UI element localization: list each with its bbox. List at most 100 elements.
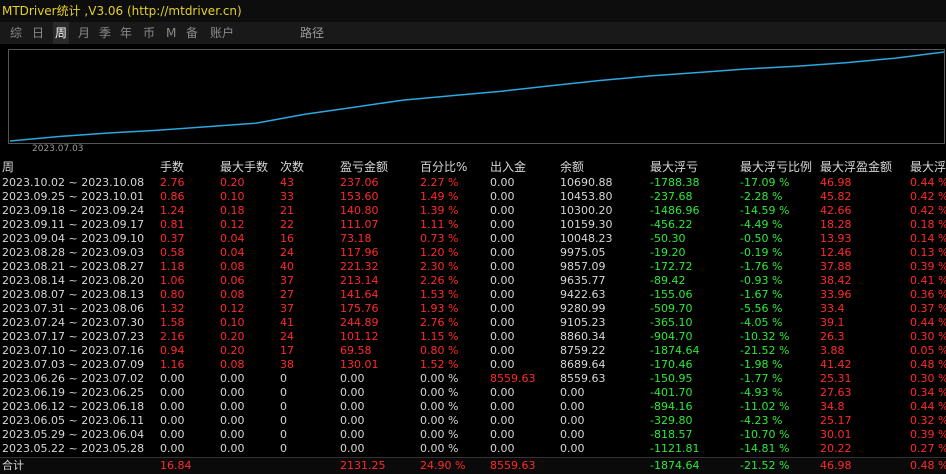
- cell-max-float-loss-pct: -10.70 %: [740, 428, 790, 441]
- cell-balance: 10159.30: [560, 218, 613, 231]
- cell-max-float-loss-pct: -21.52 %: [740, 344, 790, 357]
- cell-trades: 37: [280, 302, 294, 315]
- cell-deposit: 8559.63: [490, 372, 536, 385]
- cell-pnl: 221.32: [340, 260, 379, 273]
- cell-deposit: 0.00: [490, 204, 515, 217]
- cell-max-float-loss-pct: -2.28 %: [740, 190, 783, 203]
- cell-max-float-loss: -19.20: [650, 246, 686, 259]
- cell-percent: 0.00 %: [420, 442, 459, 455]
- cell-max-lots: 0.20: [220, 344, 245, 357]
- cell-deposit: 0.00: [490, 414, 515, 427]
- cell-pnl: 237.06: [340, 176, 379, 189]
- cell-pnl: 0.00: [340, 400, 365, 413]
- cell-lots: 0.00: [160, 372, 185, 385]
- cell-max-lots: 0.04: [220, 232, 245, 245]
- tab-7[interactable]: M: [166, 22, 176, 44]
- cell-balance: 9635.77: [560, 274, 606, 287]
- cell-trades: 0: [280, 442, 287, 455]
- cell-max-float-profit: 33.96: [820, 288, 852, 301]
- window-title: MTDriver统计 ,V3.06 (http://mtdriver.cn): [0, 0, 946, 22]
- cell-percent: 1.49 %: [420, 190, 459, 203]
- table-row[interactable]: 2023.07.31 ~ 2023.08.06 1.32 0.12 37 175.76 1…: [0, 302, 946, 316]
- cell-pnl: 73.18: [340, 232, 372, 245]
- table-row[interactable]: 2023.06.05 ~ 2023.06.11 0.00 0.00 0 0.00 0.00…: [0, 414, 946, 428]
- table-row[interactable]: 2023.08.28 ~ 2023.09.03 0.58 0.04 24 117.96 1…: [0, 246, 946, 260]
- cell-deposit: 0.00: [490, 344, 515, 357]
- tab-1[interactable]: 日: [32, 22, 44, 44]
- cell-max-float-loss: -894.16: [650, 400, 693, 413]
- table-row[interactable]: 2023.09.25 ~ 2023.10.01 0.86 0.10 33 153.60 1…: [0, 190, 946, 204]
- tab-5[interactable]: 年: [120, 22, 132, 44]
- cell-max-float-loss: -509.70: [650, 302, 693, 315]
- table-row[interactable]: 2023.07.17 ~ 2023.07.23 2.16 0.20 24 101.12 1…: [0, 330, 946, 344]
- cell-max-float-loss-pct: -11.02 %: [740, 400, 790, 413]
- cell-week: 2023.09.04 ~ 2023.09.10: [2, 232, 145, 245]
- cell-max-float-profit: 26.3: [820, 330, 845, 343]
- cell-max-float-profit: 42.66: [820, 204, 852, 217]
- cell-max-float-profit-pct: 0.05 %: [910, 344, 946, 357]
- weekly-stats-table: 周 手数 最大手数 次数 盈亏金额 百分比% 出入金 余额 最大浮亏 最大浮亏比例 最大浮盈金额 最大…: [0, 158, 946, 474]
- cell-week: 2023.06.05 ~ 2023.06.11: [2, 414, 145, 427]
- tab-2[interactable]: 周: [53, 22, 70, 44]
- cell-percent: 2.26 %: [420, 274, 459, 287]
- table-row[interactable]: 2023.05.22 ~ 2023.05.28 0.00 0.00 0 0.00 0.00…: [0, 442, 946, 456]
- tab-8[interactable]: 备: [186, 22, 198, 44]
- cell-max-float-profit: 46.98: [820, 176, 852, 189]
- tab-4[interactable]: 季: [99, 22, 111, 44]
- cell-percent: 0.00 %: [420, 386, 459, 399]
- cell-balance: 10690.88: [560, 176, 613, 189]
- table-row[interactable]: 2023.07.24 ~ 2023.07.30 1.58 0.10 41 244.89 2…: [0, 316, 946, 330]
- cell-pnl: 0.00: [340, 372, 365, 385]
- cell-trades: 0: [280, 386, 287, 399]
- cell-percent: 2.27 %: [420, 176, 459, 189]
- cell-max-float-loss: -365.10: [650, 316, 693, 329]
- tab-bar: 综日周月季年币 M 备账户 路径: [0, 22, 946, 44]
- cell-max-float-loss-pct: -14.59 %: [740, 204, 790, 217]
- cell-max-float-loss-pct: -14.81 %: [740, 442, 790, 455]
- table-row[interactable]: 2023.09.04 ~ 2023.09.10 0.37 0.04 16 73.18 0.…: [0, 232, 946, 246]
- cell-max-float-profit: 18.28: [820, 218, 852, 231]
- cell-max-float-loss: -456.22: [650, 218, 693, 231]
- table-row[interactable]: 2023.08.21 ~ 2023.08.27 1.18 0.08 40 221.32 2…: [0, 260, 946, 274]
- cell-max-float-profit: 45.82: [820, 190, 852, 203]
- cell-max-float-profit: 33.4: [820, 302, 845, 315]
- cell-deposit: 0.00: [490, 316, 515, 329]
- header-deposit: 出入金: [490, 160, 527, 174]
- header-balance: 余额: [560, 160, 585, 174]
- cell-trades: 0: [280, 414, 287, 427]
- cell-week: 2023.07.10 ~ 2023.07.16: [2, 344, 145, 357]
- tab-9[interactable]: 账户: [210, 22, 234, 44]
- tab-0[interactable]: 综: [10, 22, 22, 44]
- cell-lots: 1.58: [160, 316, 185, 329]
- tab-10[interactable]: 路径: [300, 22, 324, 44]
- cell-percent: 1.53 %: [420, 288, 459, 301]
- table-row[interactable]: 2023.06.19 ~ 2023.06.25 0.00 0.00 0 0.00 0.00…: [0, 386, 946, 400]
- tab-6[interactable]: 币: [143, 22, 155, 44]
- cell-pnl: 0.00: [340, 428, 365, 441]
- table-row[interactable]: 2023.07.10 ~ 2023.07.16 0.94 0.20 17 69.58 0.…: [0, 344, 946, 358]
- cell-balance: 0.00: [560, 400, 585, 413]
- cell-percent: 0.00 %: [420, 428, 459, 441]
- header-max-float-loss-pct: 最大浮亏比例: [740, 160, 813, 174]
- cell-deposit: 0.00: [490, 386, 515, 399]
- table-row[interactable]: 2023.09.11 ~ 2023.09.17 0.81 0.12 22 111.07 1…: [0, 218, 946, 232]
- table-row[interactable]: 2023.06.12 ~ 2023.06.18 0.00 0.00 0 0.00 0.00…: [0, 400, 946, 414]
- cell-balance: 10048.23: [560, 232, 613, 245]
- cell-lots: 0.00: [160, 428, 185, 441]
- cell-max-float-profit: 41.42: [820, 358, 852, 371]
- table-row[interactable]: 2023.10.02 ~ 2023.10.08 2.76 0.20 43 237.06 2…: [0, 176, 946, 190]
- table-row[interactable]: 2023.09.18 ~ 2023.09.24 1.24 0.18 21 140.80 1…: [0, 204, 946, 218]
- table-row[interactable]: 2023.05.29 ~ 2023.06.04 0.00 0.00 0 0.00 0.00…: [0, 428, 946, 442]
- cell-max-float-loss: -150.95: [650, 372, 693, 385]
- table-row[interactable]: 2023.07.03 ~ 2023.07.09 1.16 0.08 38 130.01 1…: [0, 358, 946, 372]
- cell-max-float-profit-pct: 0.34 %: [910, 386, 946, 399]
- cell-max-float-profit: 27.63: [820, 386, 852, 399]
- tab-3[interactable]: 月: [78, 22, 90, 44]
- cell-lots: 0.00: [160, 400, 185, 413]
- table-row[interactable]: 2023.08.14 ~ 2023.08.20 1.06 0.06 37 213.14 2…: [0, 274, 946, 288]
- table-row[interactable]: 2023.08.07 ~ 2023.08.13 0.80 0.08 27 141.64 1…: [0, 288, 946, 302]
- table-row[interactable]: 2023.06.26 ~ 2023.07.02 0.00 0.00 0 0.00 0.00…: [0, 372, 946, 386]
- cell-deposit: 0.00: [490, 428, 515, 441]
- cell-trades: 41: [280, 316, 294, 329]
- cell-max-float-loss: -1486.96: [650, 204, 700, 217]
